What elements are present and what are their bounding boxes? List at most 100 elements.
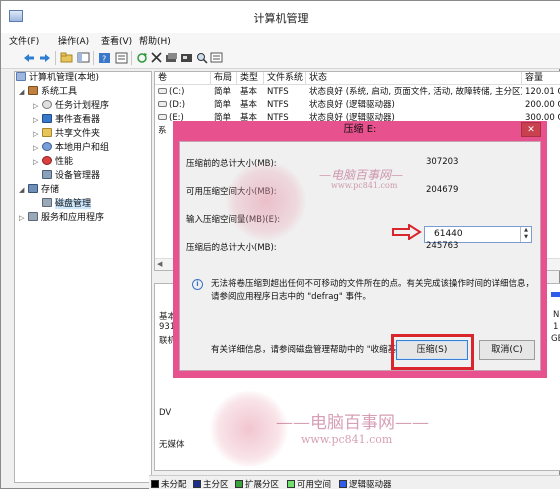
disk-properties-icon[interactable]: [179, 50, 194, 65]
watermark-url: www.pc841.com: [301, 433, 393, 446]
filesystem-cell: NTFS: [267, 87, 289, 97]
no-media-label: 无媒体: [159, 440, 185, 450]
capacity-cell: 200.00 G: [525, 100, 560, 110]
status-cell: 状态良好 (逻辑驱动器): [309, 100, 395, 110]
toolbar: ?: [1, 47, 560, 69]
shrink-dialog: 压缩 E: ✕ 压缩前的总计大小(MB): 307203 可用压缩空间大小(MB…: [173, 121, 547, 378]
column-header-layout[interactable]: 布局: [211, 72, 237, 85]
help-message: 有关详细信息，请参阅磁盘管理帮助中的 "收缩基本卷": [211, 345, 418, 355]
volume-disk-icon: [158, 114, 167, 120]
menu-help[interactable]: 帮助(H): [139, 34, 171, 47]
column-header-filesystem[interactable]: 文件系统: [264, 72, 306, 85]
tree-item-device-manager[interactable]: 设备管理器: [42, 170, 100, 183]
volume-cell: 系: [158, 126, 167, 136]
volume-row[interactable]: (D:) 简单 基本 NTFS 状态良好 (逻辑驱动器) 200.00 G: [155, 99, 560, 112]
total-before-value: 307203: [426, 157, 459, 167]
tools-icon: [28, 86, 38, 95]
info-icon: i: [192, 279, 203, 290]
tree-item-event-viewer[interactable]: ▷ 事件查看器: [33, 114, 100, 127]
tree-item-performance[interactable]: ▷ 性能: [33, 156, 73, 169]
menu-view[interactable]: 查看(V): [101, 34, 132, 47]
spin-up-icon[interactable]: ▲: [521, 227, 531, 234]
volume-row[interactable]: (C:) 简单 基本 NTFS 状态良好 (系统, 启动, 页面文件, 活动, …: [155, 86, 560, 99]
tree-item-shared-folders[interactable]: ▷ 共享文件夹: [33, 128, 100, 141]
scroll-left-icon[interactable]: ◀: [157, 260, 162, 268]
event-viewer-icon: [42, 114, 52, 123]
refresh-icon[interactable]: [134, 50, 149, 65]
close-button[interactable]: ✕: [521, 122, 541, 137]
partition-bar[interactable]: [551, 292, 560, 297]
tree-item-local-users[interactable]: ▷ 本地用户和组: [33, 142, 109, 155]
type-cell: 基本: [240, 100, 258, 110]
collapse-icon[interactable]: ◢: [19, 86, 28, 99]
expand-icon[interactable]: ▷: [33, 114, 42, 127]
view-list-icon[interactable]: [209, 50, 224, 65]
tree-item-computer-management[interactable]: 计算机管理(本地): [16, 72, 99, 85]
column-header-type[interactable]: 类型: [237, 72, 264, 85]
toolbar-separator: [93, 51, 94, 65]
red-arrow-icon: [392, 224, 422, 240]
tree-label: 系统工具: [41, 87, 78, 97]
tree-item-system-tools[interactable]: ◢ 系统工具: [19, 86, 77, 99]
volume-disk-icon: [158, 88, 167, 94]
expand-icon[interactable]: ▷: [19, 212, 28, 225]
show-hide-tree-icon[interactable]: [76, 50, 91, 65]
collapse-icon[interactable]: ◢: [19, 184, 28, 197]
expand-icon[interactable]: ▷: [33, 156, 42, 169]
window-title: 计算机管理: [253, 12, 309, 25]
help-icon[interactable]: ?: [97, 50, 112, 65]
tree-label: 存储: [41, 185, 60, 195]
column-header-status[interactable]: 状态: [306, 72, 522, 85]
cancel-button[interactable]: 取消(C): [479, 340, 535, 360]
title-bar: 计算机管理: [1, 1, 560, 33]
search-icon[interactable]: [194, 50, 209, 65]
partition-label: GE: [551, 334, 560, 344]
tree-label: 服务和应用程序: [41, 213, 105, 223]
partition-label: N: [553, 310, 560, 320]
spin-down-icon[interactable]: ▼: [521, 234, 531, 241]
column-header-capacity[interactable]: 容量: [522, 72, 560, 85]
column-header-volume[interactable]: 卷: [155, 72, 211, 85]
expand-icon[interactable]: ▷: [33, 142, 42, 155]
tree-item-services[interactable]: ▷ 服务和应用程序: [19, 212, 104, 225]
tree-label: 本地用户和组: [55, 143, 110, 153]
filesystem-cell: NTFS: [267, 100, 289, 110]
dvd-label: DV: [159, 408, 172, 418]
expand-icon[interactable]: ▷: [33, 100, 42, 113]
tree-item-task-scheduler[interactable]: ▷ 任务计划程序: [33, 100, 109, 113]
watermark-title: ——电脑百事网——: [276, 413, 429, 433]
volume-name: (D:): [169, 100, 186, 110]
legend-swatch: [151, 480, 159, 488]
legend-free-space: 可用空间: [287, 478, 331, 489]
expand-icon[interactable]: ▷: [33, 128, 42, 141]
legend-swatch: [235, 480, 243, 488]
forward-icon[interactable]: [37, 50, 52, 65]
layout-cell: 简单: [214, 100, 232, 110]
properties-icon[interactable]: [114, 50, 129, 65]
dialog-title: 压缩 E:: [343, 124, 377, 135]
menu-action[interactable]: 操作(A): [58, 34, 89, 47]
available-space-value: 204679: [426, 185, 459, 195]
delete-icon[interactable]: [149, 50, 164, 65]
shrink-amount-stepper[interactable]: ▲ ▼: [520, 227, 531, 242]
total-after-label: 压缩后的总计大小(MB):: [186, 243, 277, 253]
back-icon[interactable]: [21, 50, 36, 65]
legend-logical-drive: 逻辑驱动器: [339, 478, 392, 489]
partition-label: 1: [553, 322, 559, 332]
performance-icon: [42, 156, 52, 165]
up-folder-icon[interactable]: [59, 50, 74, 65]
tree-label: 性能: [55, 157, 74, 167]
legend-extended: 扩展分区: [235, 478, 279, 489]
capacity-cell: 120.01 G: [525, 87, 560, 97]
tree-item-disk-management[interactable]: 磁盘管理: [33, 198, 92, 211]
layout-cell: 简单: [214, 87, 232, 97]
watermark-rose: [226, 161, 306, 241]
tree-item-storage[interactable]: ◢ 存储: [19, 184, 59, 197]
device-manager-icon: [42, 170, 52, 179]
shrink-button[interactable]: 压缩(S): [396, 340, 468, 360]
users-icon: [42, 142, 52, 151]
volume-cell: (C:): [155, 86, 211, 99]
menu-file[interactable]: 文件(F): [9, 34, 39, 47]
computer-icon: [16, 72, 26, 81]
open-folder-icon[interactable]: [164, 50, 179, 65]
